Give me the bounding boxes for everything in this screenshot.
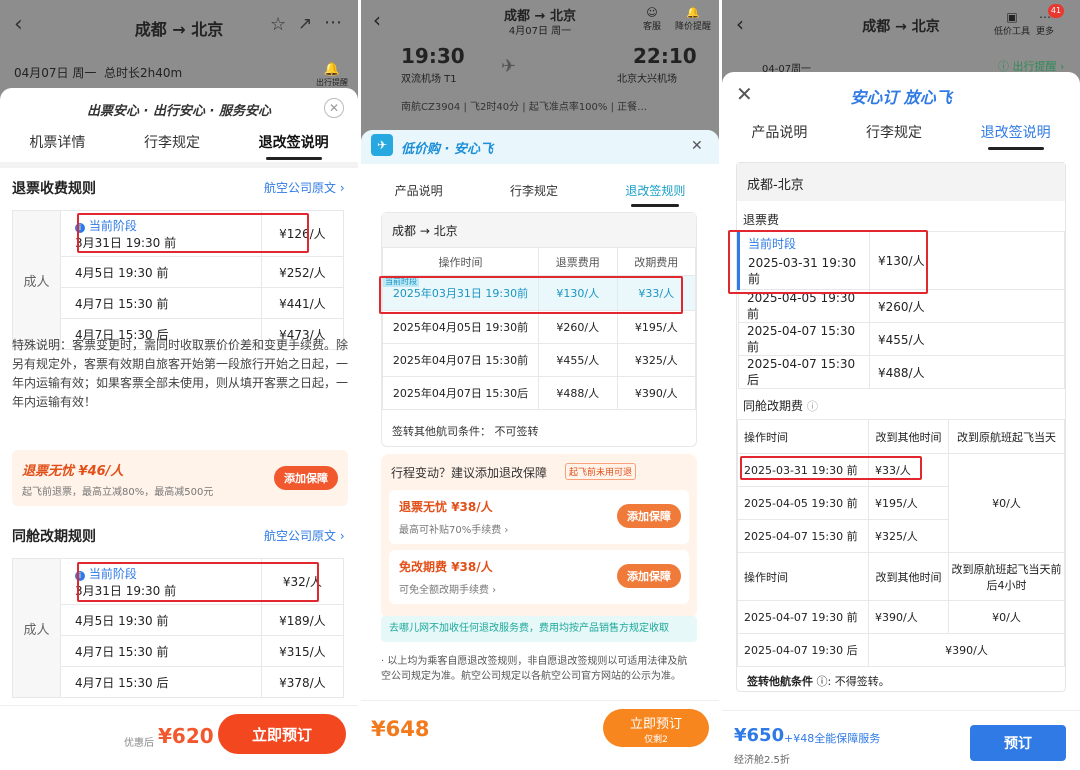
add-change-insurance-button[interactable]: 添加保障 (617, 564, 681, 588)
tab-refund-rules[interactable]: 退改签说明 (981, 122, 1051, 150)
promo-tag: 起飞前未用可退 (565, 463, 637, 480)
close-icon[interactable]: ✕ (324, 98, 344, 118)
departure-airport: 双流机场 T1 (401, 74, 457, 85)
total-price: ¥648 (371, 717, 430, 741)
book-now-button[interactable]: 立即预订 (218, 714, 346, 754)
highlight-box (379, 276, 683, 314)
book-button[interactable]: 预订 (970, 725, 1066, 761)
endorse-rule: 签转他航条件 ⓘ: 不得签转。 (747, 675, 890, 688)
total-price: ¥650 (734, 725, 785, 746)
highlight-box (77, 562, 319, 602)
promo-card: 行程变动？建议添加退改保障 起飞前未用可退 退票无忧 ¥38/人 最高可补贴70… (381, 454, 697, 618)
cabin-discount: 经济舱2.5折 (734, 755, 790, 766)
change-insurance-desc: 可免全额改期手续费 › (399, 585, 497, 596)
tab-flight-detail[interactable]: 机票详情 (29, 132, 85, 160)
change-title: 同舱改期费 ⓘ (743, 399, 818, 413)
promo-title: 行程变动？建议添加退改保障 (391, 466, 548, 480)
airline-change-link[interactable]: 航空公司原文 › (264, 527, 345, 544)
refund-insurance-title: 退票无忧 ¥38/人 (399, 500, 493, 514)
highlight-box (740, 456, 922, 480)
rules-sheet: ✕ 安心订 放心飞 产品说明 行李规定 退改签说明 成都-北京 退票费 当前时段… (722, 72, 1080, 770)
divider (0, 162, 358, 168)
flight-date: 4月07日 周一 (508, 26, 572, 37)
service-button[interactable]: ☺ 客服 (643, 6, 661, 32)
route-label: 成都 → 北京 (392, 224, 458, 238)
footer-bar: ¥648 立即预订 仅剩2 (361, 700, 719, 770)
insurance-card: 退票无忧 ¥46/人 起飞前退票，最高立减80%，最高减500元 添加保障 (12, 450, 348, 506)
star-icon[interactable]: ☆ (270, 14, 286, 35)
tab-refund-rules[interactable]: 退改签规则 (625, 182, 685, 207)
airline-rule-link[interactable]: 航空公司原文 › (264, 179, 345, 196)
tab-baggage[interactable]: 行李规定 (144, 132, 200, 160)
change-insurance-title: 免改期费 ¥38/人 (399, 560, 493, 574)
pax-label: 成人 (12, 210, 61, 350)
flight-info: 南航CZ3904 | 飞2时40分 | 起飞准点率100% | 正餐… (401, 102, 648, 113)
arrival-time: 22:10 (633, 44, 697, 68)
highlight-box (728, 230, 928, 294)
change-title: 同舱改期规则 (12, 529, 96, 545)
service-addon: +¥48全能保障服务 (784, 732, 881, 745)
low-price-tool[interactable]: ▣ 低价工具 (994, 10, 1030, 37)
plane-icon: ✈ (501, 56, 517, 77)
fee-table: 操作时间 退票费用 改期费用 当前时段 2025年03月31日 19:30前 ¥130/… (382, 247, 696, 410)
brand-title: 安心订 放心飞 (850, 88, 952, 107)
arrival-airport: 北京大兴机场 (617, 74, 677, 85)
more-icon[interactable]: ⋯ (324, 12, 342, 33)
route-label: 成都-北京 (747, 178, 804, 193)
service-notice: 去哪儿网不加收任何退改服务费，费用均按产品销售方规定收取 (381, 616, 697, 642)
tab-product[interactable]: 产品说明 (395, 182, 443, 207)
brand-title: 低价购 · 安心飞 (401, 142, 493, 157)
panel-qunar-1: ‹ 成都 → 北京 ☆ ↗ ⋯ 04月07日 周一 总时长2h40m 🔔 出行提醒… (0, 0, 358, 770)
footer-bar: 优惠后 ¥620 立即预订 (0, 705, 358, 770)
panel-separator (719, 0, 722, 770)
tab-bar: 机票详情 行李规定 退改签说明 (0, 132, 358, 160)
price-prefix: 优惠后 (124, 738, 154, 749)
footer-bar: ¥650 +¥48全能保障服务 经济舱2.5折 预订 (722, 710, 1080, 770)
special-note: 特殊说明：客票变更时，需同时收取票价价差和变更手续费。除另有规定外，客票有效期自… (12, 338, 349, 409)
slogan: 出票安心 · 出行安心 · 服务安心 (87, 104, 271, 119)
refund-title: 退票收费规则 (12, 181, 96, 197)
add-insurance-button[interactable]: 添加保障 (274, 466, 338, 490)
rules-card: 成都 → 北京 操作时间 退票费用 改期费用 当前时段 2025年03月31日 19:… (381, 212, 697, 447)
panel-ctrip-3: ‹ 成都 → 北京 ▣ 低价工具 ⋯ 更多 41 04-07周一 ⓘ 出行提醒 › … (722, 0, 1080, 770)
help-icon[interactable]: ⓘ (807, 400, 818, 413)
tab-baggage[interactable]: 行李规定 (866, 122, 922, 150)
chat-icon: ☺ (646, 6, 658, 19)
rules-sheet: ✈ 低价购 · 安心飞 ✕ 产品说明 行李规定 退改签规则 成都 → 北京 操作… (361, 130, 719, 770)
refund-insurance-card: 退票无忧 ¥38/人 最高可补贴70%手续费 › 添加保障 (389, 490, 689, 544)
tab-baggage[interactable]: 行李规定 (510, 182, 558, 207)
bell-icon: 🔔 (323, 62, 341, 77)
endorse-rule: 签转其他航司条件： 不可签转 (392, 425, 539, 438)
tab-product[interactable]: 产品说明 (751, 122, 807, 150)
total-price: ¥620 (158, 724, 214, 748)
close-icon[interactable]: ✕ (691, 138, 703, 154)
highlight-box (77, 213, 309, 253)
flight-date: 04月07日 周一 总时长2h40m (14, 66, 183, 80)
refund-title: 退票费 (743, 213, 780, 227)
travel-alert[interactable]: 🔔 出行提醒 (316, 62, 348, 88)
change-insurance-card: 免改期费 ¥38/人 可免全额改期手续费 › 添加保障 (389, 550, 689, 604)
book-now-button[interactable]: 立即预订 仅剩2 (603, 709, 709, 747)
panel-separator (358, 0, 361, 770)
rules-sheet: 出票安心 · 出行安心 · 服务安心 ✕ 机票详情 行李规定 退改签说明 退票收… (0, 88, 358, 770)
tool-icon: ▣ (1006, 10, 1018, 24)
price-alert-button[interactable]: 🔔 降价提醒 (675, 6, 711, 32)
tab-refund-rules[interactable]: 退改签说明 (259, 132, 329, 160)
notification-badge: 41 (1048, 4, 1064, 18)
departure-time: 19:30 (401, 44, 465, 68)
insurance-title: 退票无忧 ¥46/人 (22, 464, 124, 479)
add-refund-insurance-button[interactable]: 添加保障 (617, 504, 681, 528)
insurance-desc: 起飞前退票，最高立减80%，最高减500元 (22, 487, 214, 498)
refund-insurance-desc: 最高可补贴70%手续费 › (399, 525, 509, 536)
tab-bar: 产品说明 行李规定 退改签说明 (722, 122, 1080, 150)
rules-disclaimer: · 以上均为乘客自愿退改签规则，非自愿退改签规则以可适用法律及航空公司规定为准。… (381, 656, 688, 682)
shield-icon: ✈ (371, 134, 393, 156)
tab-bar: 产品说明 行李规定 退改签规则 (361, 182, 719, 207)
share-icon[interactable]: ↗ (298, 14, 312, 34)
bell-icon: 🔔 (686, 6, 700, 19)
panel-qunar-2: ‹ 成都 → 北京 4月07日 周一 ☺ 客服 🔔 降价提醒 19:30 双流机场 … (361, 0, 719, 770)
